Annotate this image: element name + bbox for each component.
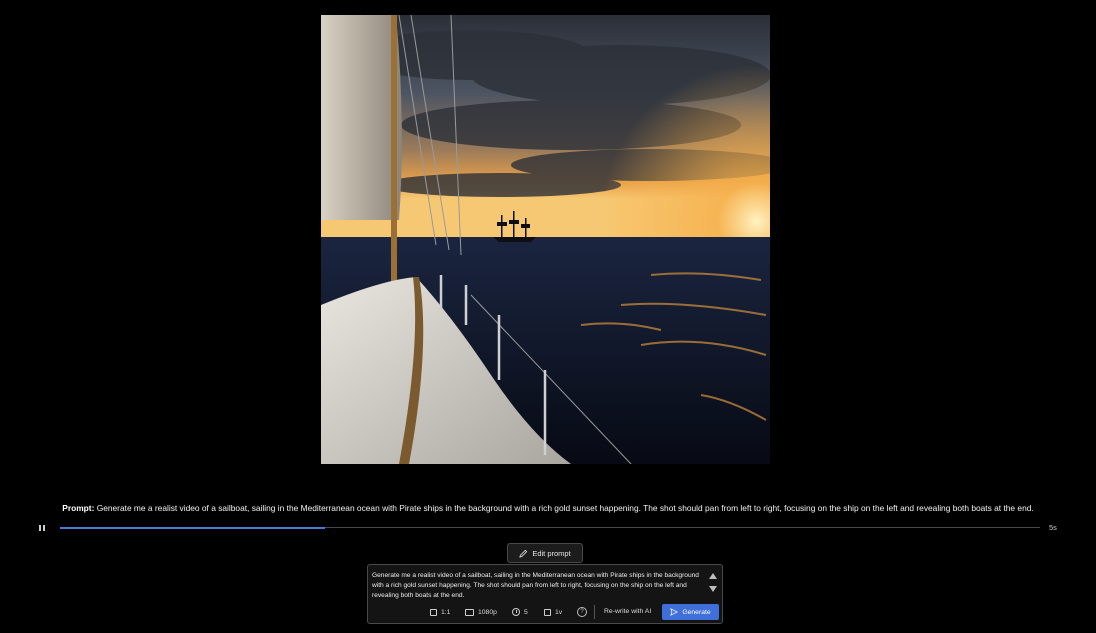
duration-option[interactable]: 5 bbox=[512, 604, 528, 620]
pencil-icon bbox=[519, 549, 528, 558]
sailboat-sunset-image bbox=[321, 15, 770, 464]
rewrite-with-ai-button[interactable]: Re-write with AI bbox=[604, 604, 651, 620]
pause-icon bbox=[39, 525, 41, 531]
aspect-ratio-option[interactable]: 1:1 bbox=[430, 604, 450, 620]
prompt-toolbar: 1:1 1080p 5 1v ? Re-write with AI Genera… bbox=[368, 604, 722, 620]
video-timeline: 5s bbox=[0, 522, 1096, 534]
duration-value: 5 bbox=[524, 608, 528, 616]
generate-label: Generate bbox=[682, 608, 711, 616]
prompt-caption: Prompt: Generate me a realist video of a… bbox=[0, 503, 1096, 513]
variants-value: 1v bbox=[555, 608, 563, 616]
prompt-caption-text: Generate me a realist video of a sailboa… bbox=[96, 503, 1034, 513]
help-icon[interactable]: ? bbox=[577, 607, 587, 617]
variants-icon bbox=[544, 608, 551, 616]
clock-icon bbox=[512, 608, 520, 616]
textarea-scrollbar[interactable] bbox=[708, 573, 717, 597]
pause-button[interactable] bbox=[37, 524, 47, 533]
edit-prompt-button[interactable]: Edit prompt bbox=[507, 543, 583, 563]
scroll-up-icon[interactable] bbox=[708, 573, 717, 579]
square-icon bbox=[430, 608, 437, 616]
aspect-ratio-value: 1:1 bbox=[441, 608, 451, 616]
prompt-textarea[interactable]: Generate me a realist video of a sailboa… bbox=[372, 571, 702, 601]
progress-track[interactable] bbox=[60, 526, 1040, 529]
variants-option[interactable]: 1v bbox=[544, 604, 562, 620]
scroll-down-icon[interactable] bbox=[708, 586, 717, 592]
resolution-value: 1080p bbox=[478, 608, 497, 616]
progress-fill bbox=[60, 526, 325, 529]
resolution-option[interactable]: 1080p bbox=[465, 604, 497, 620]
edit-prompt-label: Edit prompt bbox=[532, 548, 571, 558]
duration-label: 5s bbox=[1049, 523, 1057, 532]
screen-icon bbox=[465, 608, 474, 616]
send-icon bbox=[670, 608, 679, 616]
toolbar-divider bbox=[594, 605, 595, 619]
prompt-input-box: Generate me a realist video of a sailboa… bbox=[367, 564, 723, 624]
video-preview[interactable] bbox=[321, 15, 770, 464]
prompt-caption-label: Prompt: bbox=[62, 503, 95, 513]
generate-button[interactable]: Generate bbox=[662, 604, 719, 620]
